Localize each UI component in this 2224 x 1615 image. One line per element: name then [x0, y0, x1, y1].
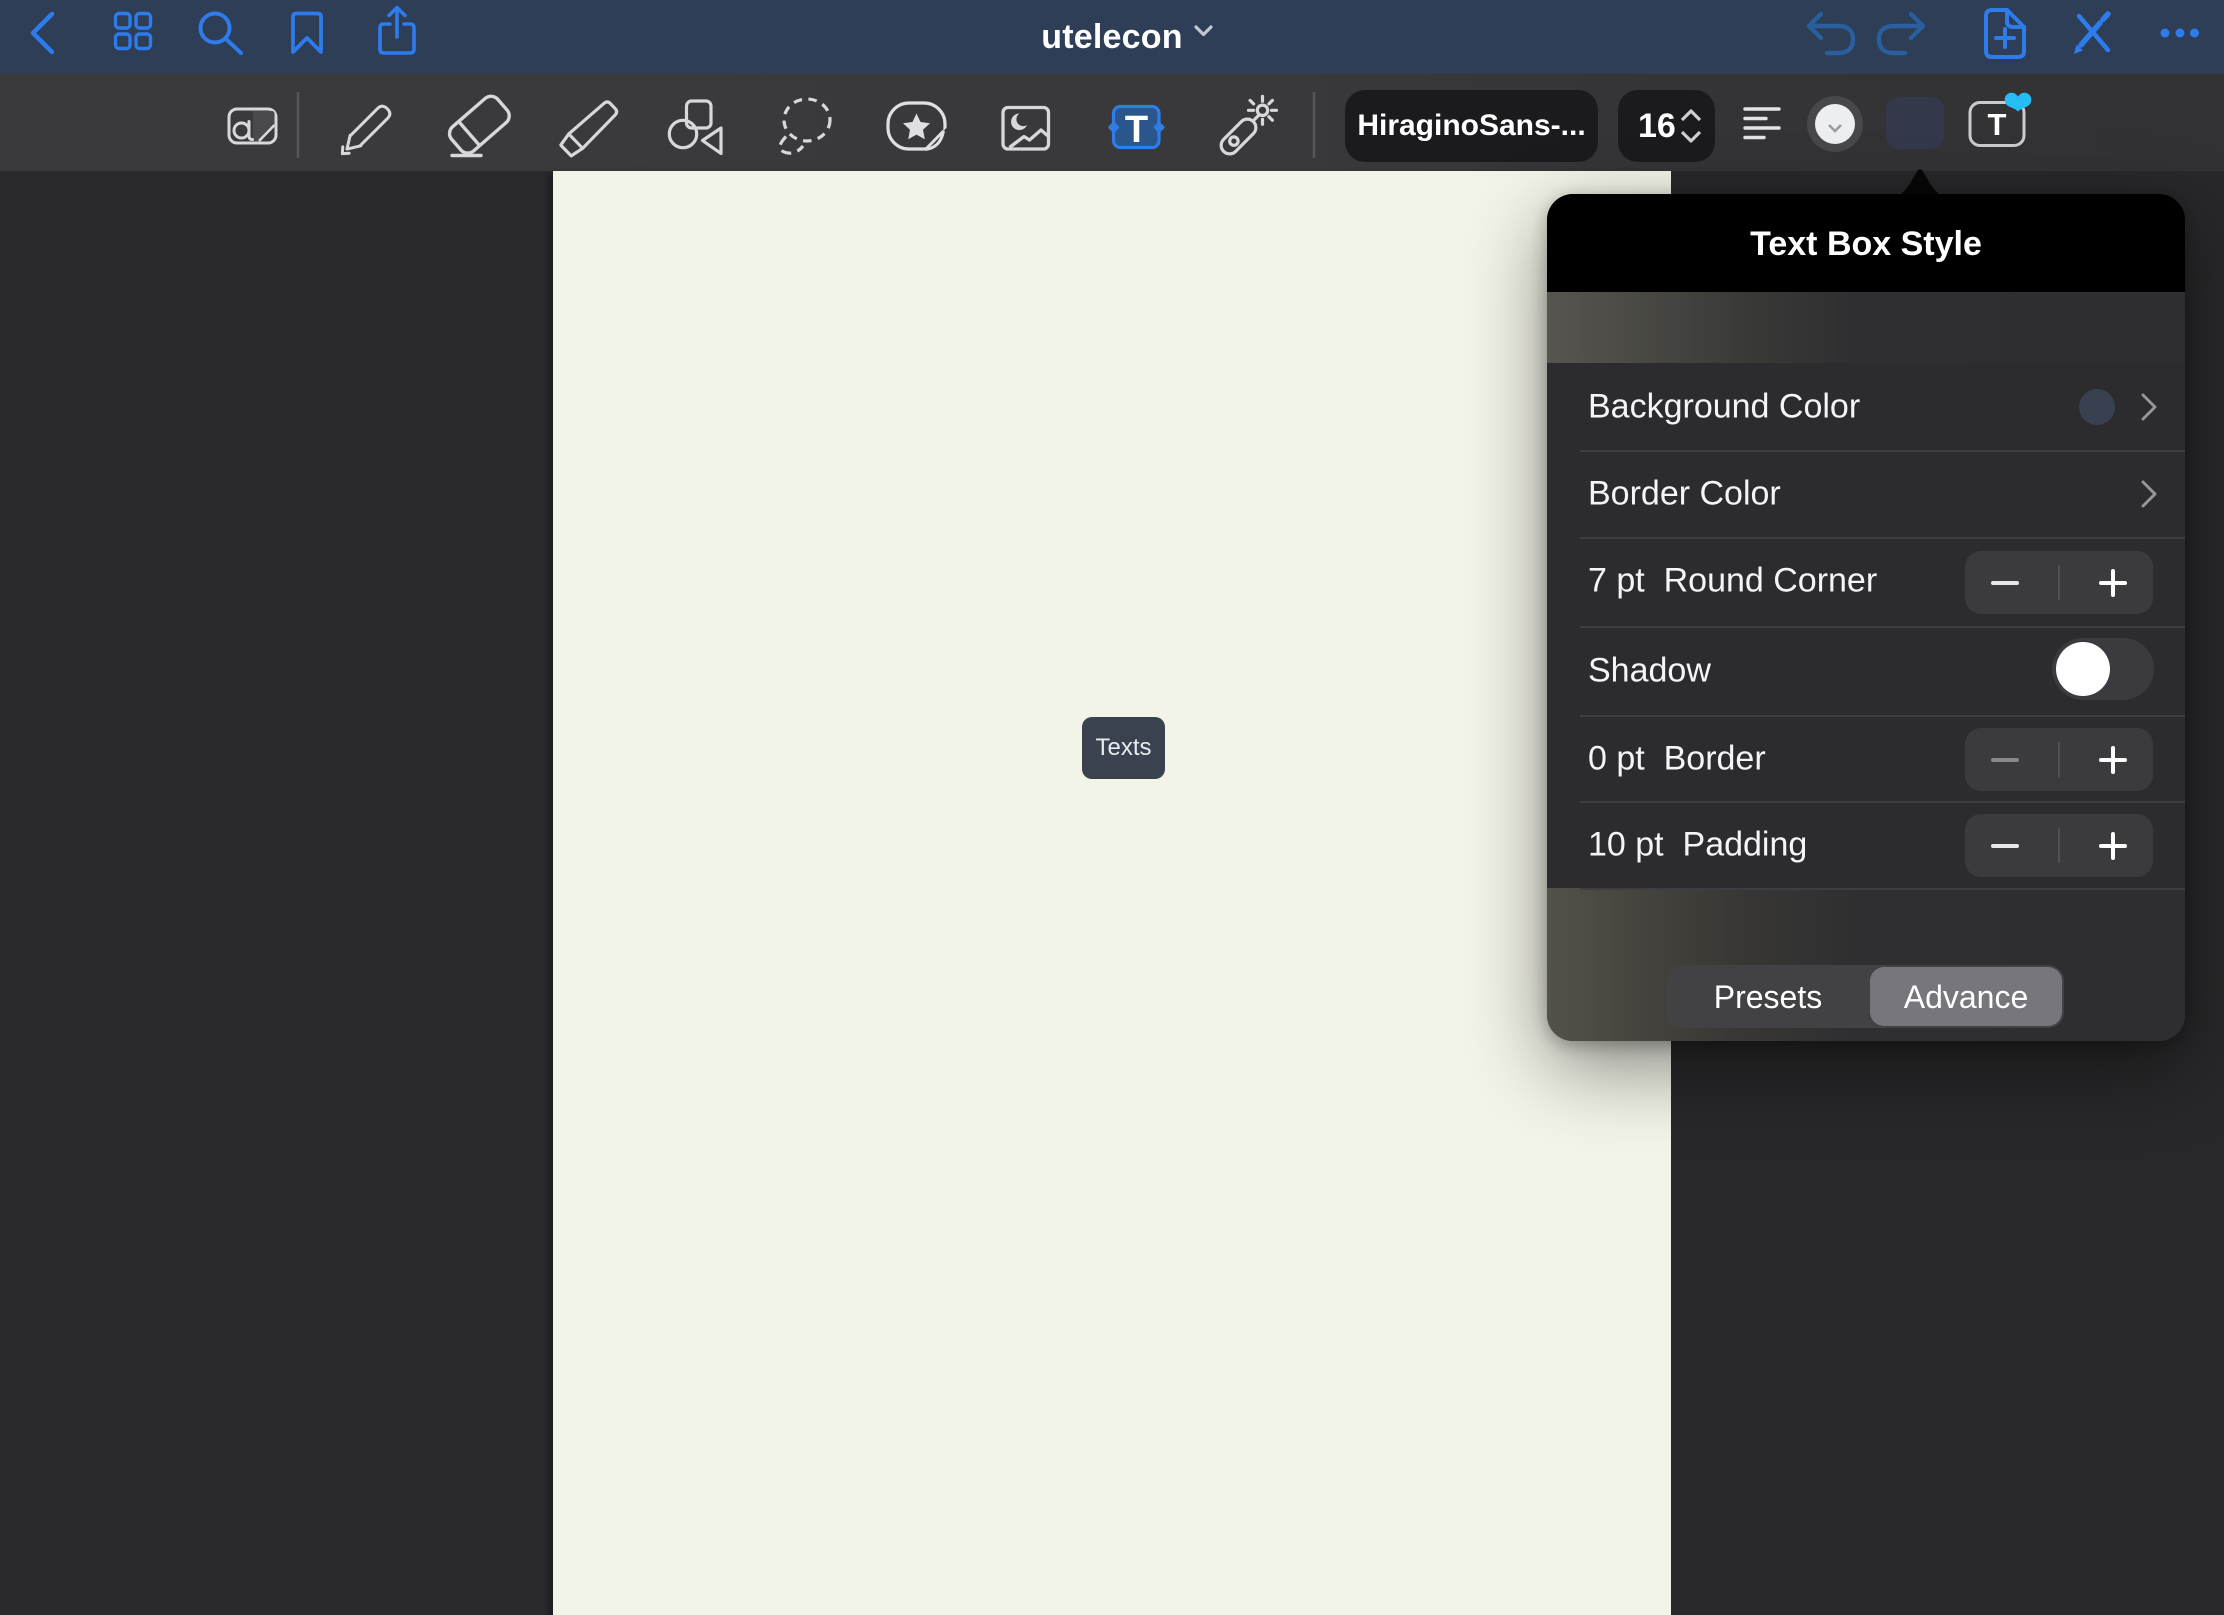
svg-text:T: T [1125, 109, 1148, 151]
svg-text:T: T [1988, 107, 2007, 142]
